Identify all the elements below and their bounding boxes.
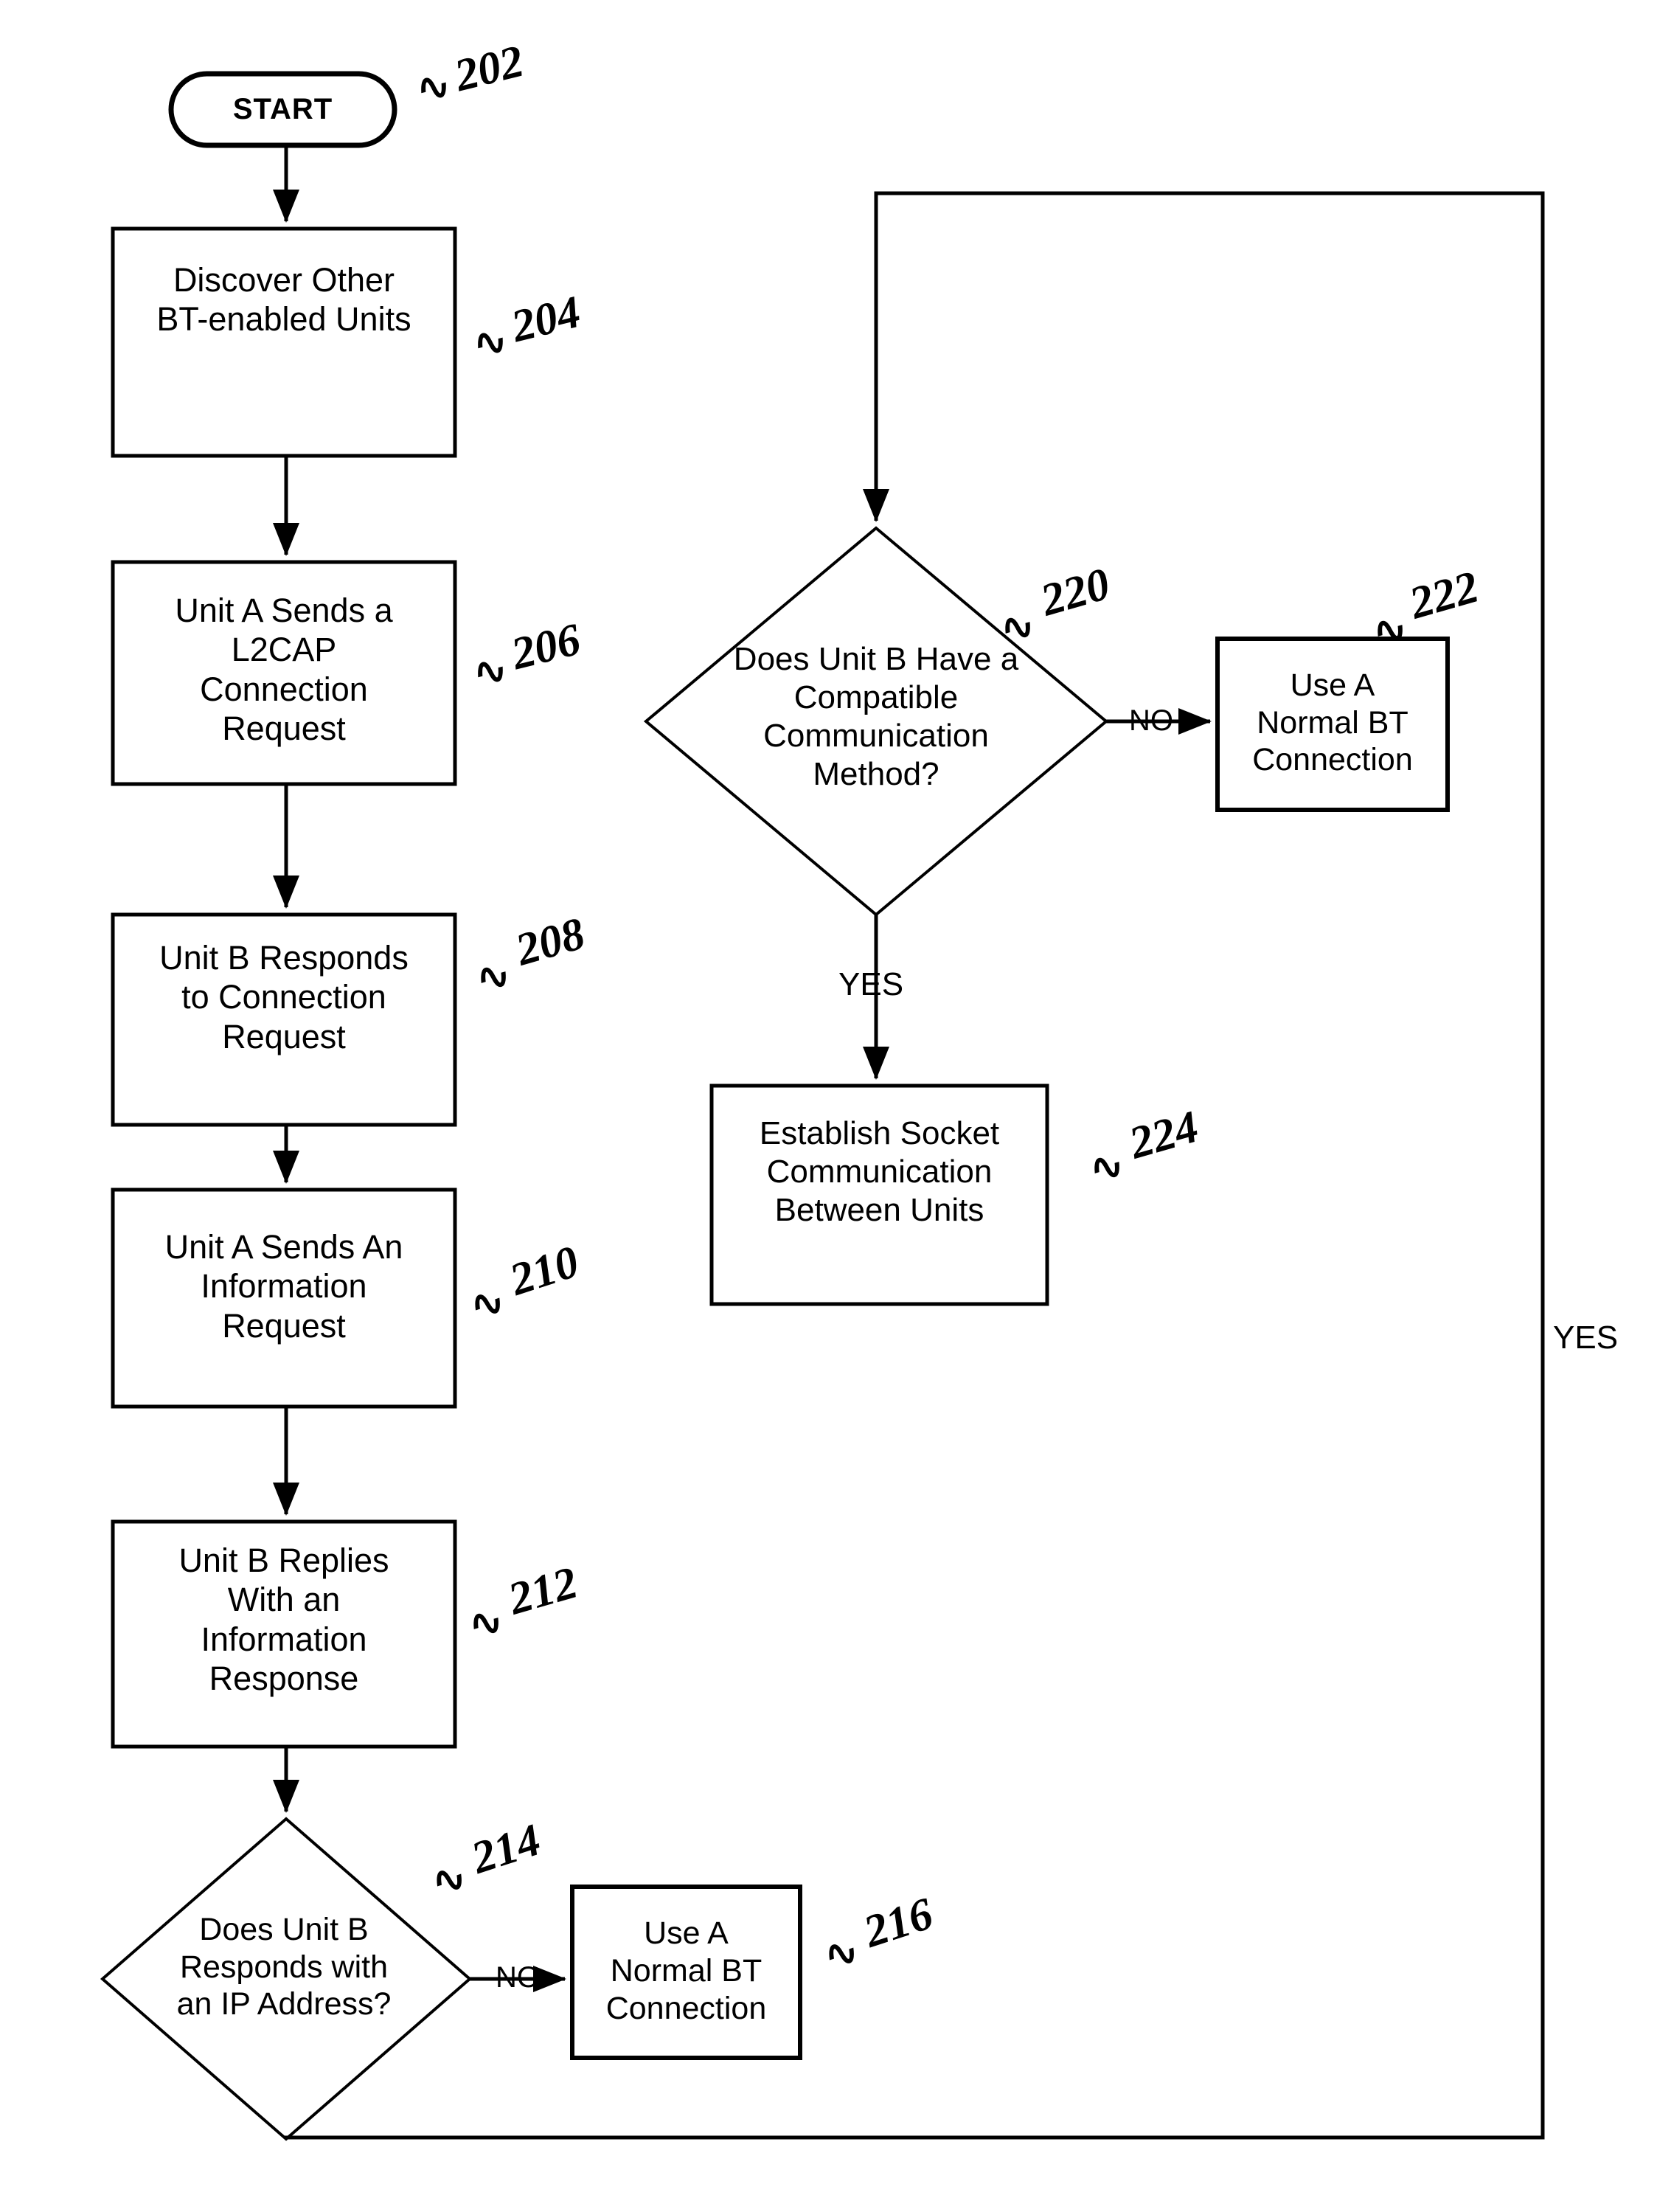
shape-ip-decision-diamond: [100, 1817, 473, 2141]
edge-label-compat-no: NO: [1129, 704, 1173, 737]
shape-info-response-box: [111, 1519, 457, 1749]
edge-label-ip-yes: YES: [1553, 1320, 1619, 1356]
shape-discover-box: [111, 226, 457, 458]
flowchart-graphics: [100, 71, 1545, 2141]
edge-label-ip-no: NO: [496, 1961, 540, 1994]
shape-info-request-box: [111, 1188, 457, 1409]
shape-start-terminator: [168, 71, 397, 148]
shape-normal-bt-1-box: [570, 1885, 802, 2060]
shape-compat-decision-diamond: [643, 526, 1109, 917]
shape-socket-comm-box: [709, 1084, 1049, 1306]
figure-canvas: START Discover Other BT-enabled Units Un…: [0, 0, 1657, 2212]
shape-l2cap-request-box: [111, 560, 457, 786]
shape-normal-bt-2-box: [1215, 637, 1450, 812]
shape-unit-b-responds-box: [111, 912, 457, 1127]
edge-label-compat-yes: YES: [838, 966, 904, 1002]
